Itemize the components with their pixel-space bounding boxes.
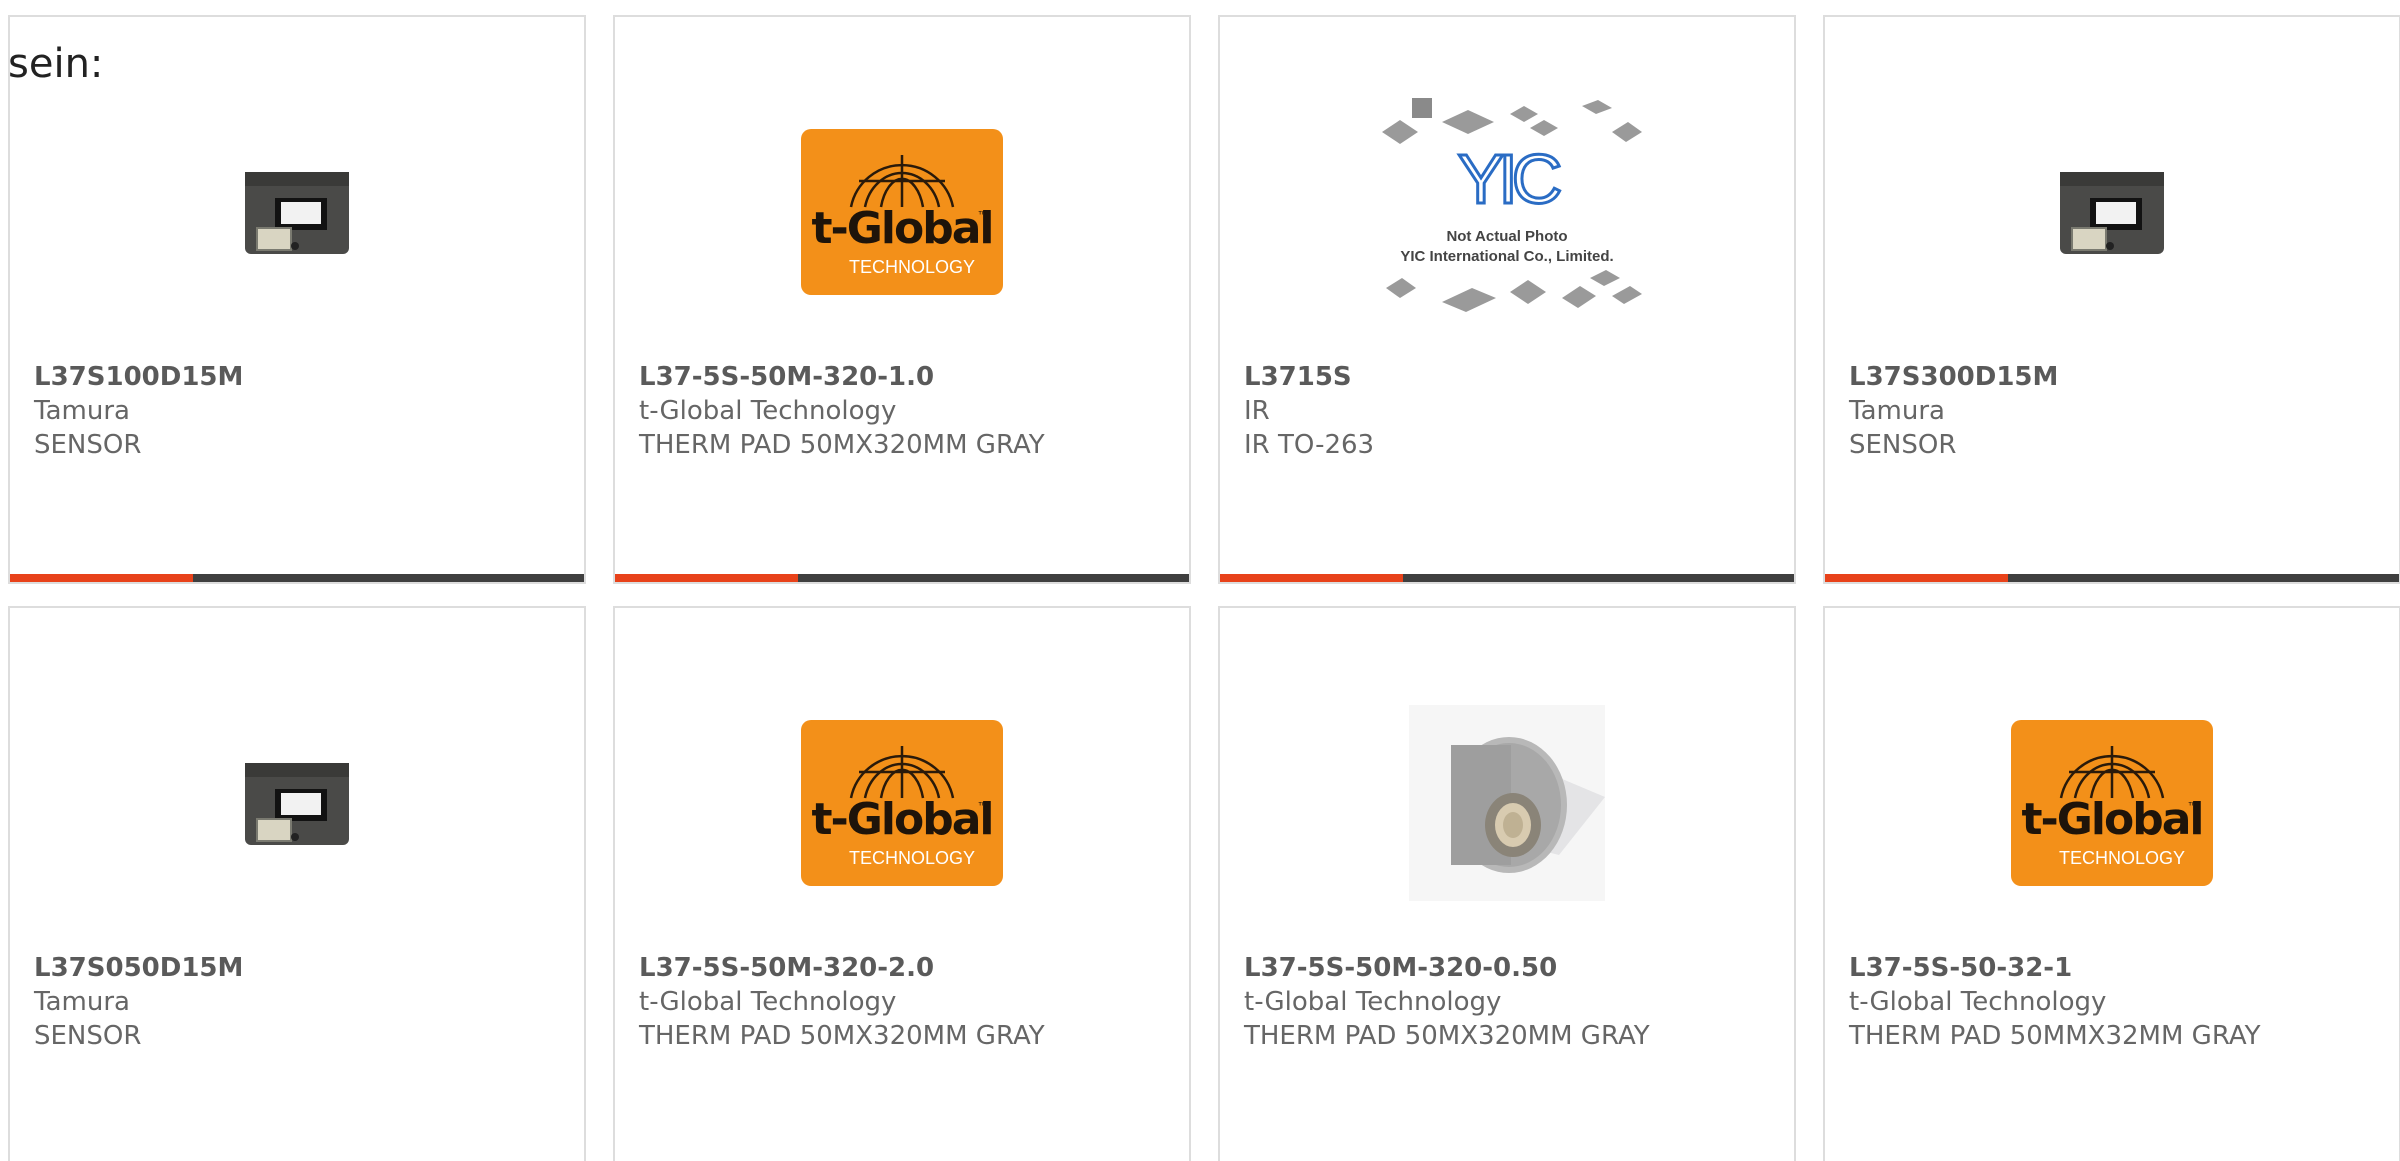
logo-brand-text: t-Global <box>811 794 995 845</box>
part-number-link[interactable]: L3715S <box>1244 360 1778 394</box>
product-image[interactable] <box>1220 683 1794 923</box>
placeholder-line1: Not Actual Photo <box>1446 228 1568 245</box>
product-card[interactable]: L37S300D15M Tamura SENSOR <box>1823 15 2400 584</box>
logo-brand-text: t-Global <box>811 203 995 254</box>
t-global-logo-icon: t-Global ™ TECHNOLOGY <box>801 129 1003 295</box>
part-number-link[interactable]: L37S300D15M <box>1849 360 2383 394</box>
t-global-logo-icon: t-Global ™ TECHNOLOGY <box>2011 720 2213 886</box>
logo-brand-text: t-Global <box>2021 794 2205 845</box>
current-sensor-icon <box>245 172 349 254</box>
thermal-pad-roll-icon <box>1409 705 1605 901</box>
part-number-link[interactable]: L37-5S-50-32-1 <box>1849 951 2383 985</box>
product-image[interactable]: YIC Not Actual Photo YIC International C… <box>1220 92 1794 332</box>
description: IR TO-263 <box>1244 430 1375 460</box>
t-global-logo-icon: t-Global ™ TECHNOLOGY <box>801 720 1003 886</box>
product-image[interactable] <box>10 92 584 332</box>
card-footer-bar <box>1220 574 1794 582</box>
card-footer-bar <box>615 574 1189 582</box>
manufacturer: t-Global Technology <box>639 987 897 1017</box>
description: SENSOR <box>34 1021 142 1051</box>
part-number-link[interactable]: L37S050D15M <box>34 951 568 985</box>
description: THERM PAD 50MX320MM GRAY <box>1244 1021 1650 1051</box>
part-number-link[interactable]: L37S100D15M <box>34 360 568 394</box>
product-card[interactable]: t-Global ™ TECHNOLOGY L37-5S-50-32-1 t-G… <box>1823 606 2400 1161</box>
description: THERM PAD 50MX320MM GRAY <box>639 1021 1045 1051</box>
product-info: L37-5S-50M-320-1.0 t-Global Technology T… <box>639 360 1173 462</box>
manufacturer: t-Global Technology <box>639 396 897 426</box>
intro-text: sein: <box>8 41 104 87</box>
product-info: L37S300D15M Tamura SENSOR <box>1849 360 2383 462</box>
part-number-link[interactable]: L37-5S-50M-320-2.0 <box>639 951 1173 985</box>
current-sensor-icon <box>2060 172 2164 254</box>
card-footer-bar <box>10 574 584 582</box>
yic-logo-text: YIC <box>1456 140 1564 218</box>
manufacturer: Tamura <box>34 396 130 426</box>
logo-tm: ™ <box>2187 800 2199 814</box>
product-grid: L37S100D15M Tamura SENSOR t-Global ™ TEC… <box>8 15 2400 1161</box>
product-card[interactable]: L37S100D15M Tamura SENSOR <box>8 15 586 584</box>
part-number-link[interactable]: L37-5S-50M-320-0.50 <box>1244 951 1778 985</box>
product-info: L37-5S-50M-320-0.50 t-Global Technology … <box>1244 951 1778 1053</box>
product-image[interactable]: t-Global ™ TECHNOLOGY <box>1825 683 2399 923</box>
logo-sub-text: TECHNOLOGY <box>2059 848 2186 868</box>
description: SENSOR <box>34 430 142 460</box>
manufacturer: t-Global Technology <box>1849 987 2107 1017</box>
description: THERM PAD 50MX320MM GRAY <box>639 430 1045 460</box>
manufacturer: t-Global Technology <box>1244 987 1502 1017</box>
product-info: L3715S IR IR TO-263 <box>1244 360 1778 462</box>
product-image[interactable] <box>10 683 584 923</box>
product-info: L37S050D15M Tamura SENSOR <box>34 951 568 1053</box>
yic-placeholder-image: YIC Not Actual Photo YIC International C… <box>1372 92 1642 332</box>
logo-sub-text: TECHNOLOGY <box>849 257 976 277</box>
product-image[interactable]: t-Global ™ TECHNOLOGY <box>615 92 1189 332</box>
part-number-link[interactable]: L37-5S-50M-320-1.0 <box>639 360 1173 394</box>
product-info: L37-5S-50-32-1 t-Global Technology THERM… <box>1849 951 2383 1053</box>
logo-sub-text: TECHNOLOGY <box>849 848 976 868</box>
product-grid-page: sein: L37S100D15M Tamura SENSOR t-Global… <box>0 0 2400 1161</box>
product-image[interactable] <box>1825 92 2399 332</box>
description: THERM PAD 50MMX32MM GRAY <box>1849 1021 2261 1051</box>
product-image[interactable]: t-Global ™ TECHNOLOGY <box>615 683 1189 923</box>
manufacturer: IR <box>1244 396 1270 426</box>
manufacturer: Tamura <box>34 987 130 1017</box>
description: SENSOR <box>1849 430 1957 460</box>
current-sensor-icon <box>245 763 349 845</box>
manufacturer: Tamura <box>1849 396 1945 426</box>
logo-tm: ™ <box>977 209 989 223</box>
product-info: L37S100D15M Tamura SENSOR <box>34 360 568 462</box>
product-card[interactable]: t-Global ™ TECHNOLOGY L37-5S-50M-320-1.0… <box>613 15 1191 584</box>
product-info: L37-5S-50M-320-2.0 t-Global Technology T… <box>639 951 1173 1053</box>
card-footer-bar <box>1825 574 2399 582</box>
logo-tm: ™ <box>977 800 989 814</box>
placeholder-line2: YIC International Co., Limited. <box>1400 248 1614 265</box>
product-card[interactable]: t-Global ™ TECHNOLOGY L37-5S-50M-320-2.0… <box>613 606 1191 1161</box>
product-card[interactable]: L37S050D15M Tamura SENSOR <box>8 606 586 1161</box>
product-card[interactable]: L37-5S-50M-320-0.50 t-Global Technology … <box>1218 606 1796 1161</box>
product-card[interactable]: YIC Not Actual Photo YIC International C… <box>1218 15 1796 584</box>
